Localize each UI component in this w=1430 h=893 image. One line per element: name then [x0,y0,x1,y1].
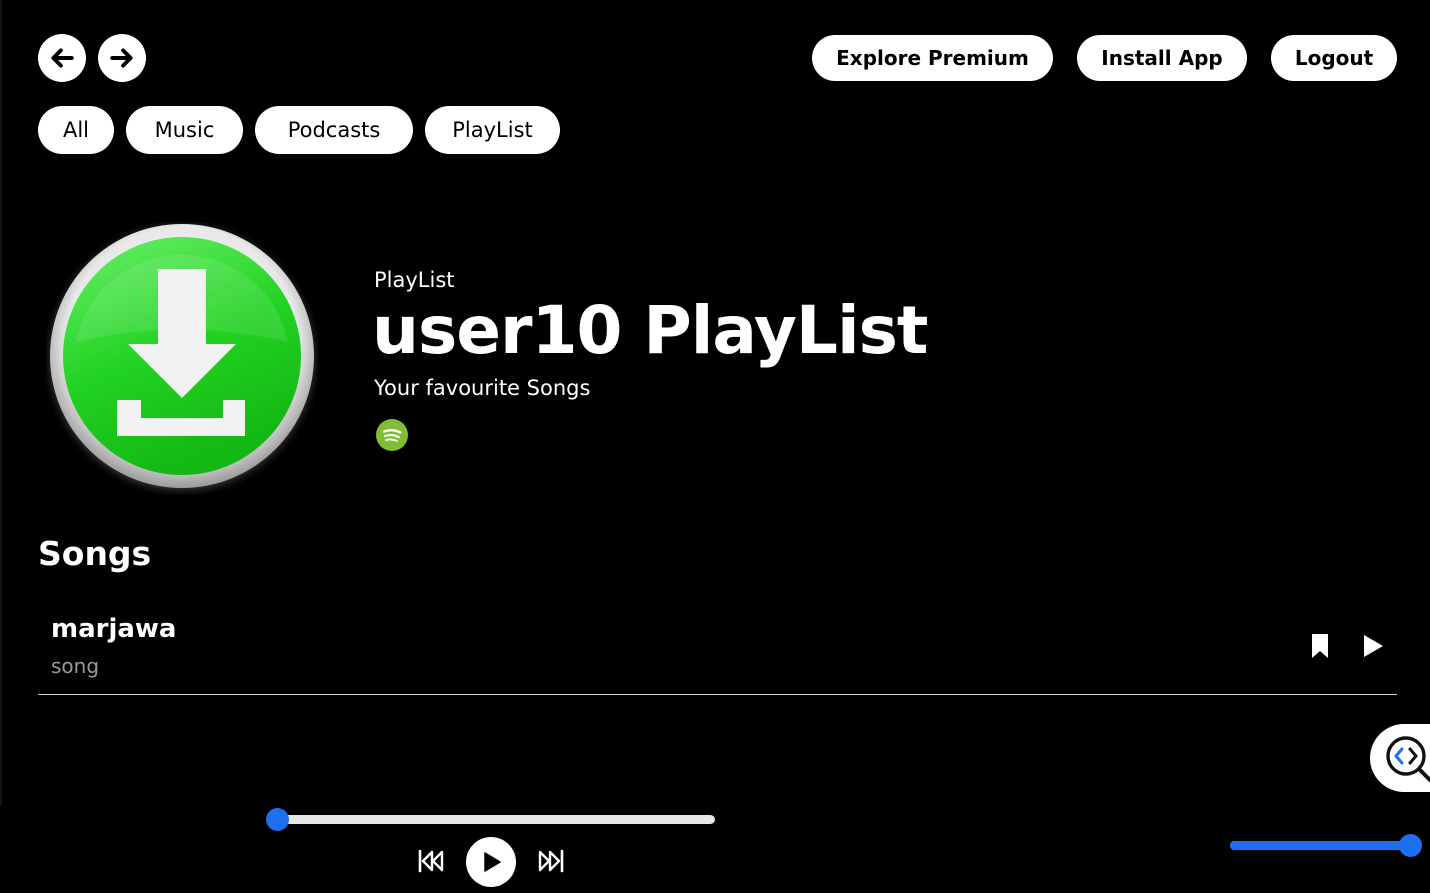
forward-button[interactable] [98,34,146,82]
playlist-cover [46,222,318,494]
filter-pill-playlist[interactable]: PlayList [425,106,560,154]
volume-slider[interactable] [1230,834,1422,857]
code-search-icon [1386,736,1430,783]
filter-pill-all[interactable]: All [38,106,114,154]
playlist-description: Your favourite Songs [374,376,591,400]
player-bar [0,805,1430,893]
play-icon [484,852,501,872]
play-icon[interactable] [1360,633,1386,659]
spotify-badge [376,419,408,451]
spotify-icon [376,419,408,451]
progress-thumb[interactable] [266,808,289,831]
download-icon [50,224,314,489]
filter-pill-music[interactable]: Music [126,106,243,154]
logout-button[interactable]: Logout [1271,35,1397,81]
song-row[interactable]: marjawa song [38,604,1397,695]
playlist-title: user10 PlayList [372,292,928,369]
song-title: marjawa [51,614,177,644]
bookmark-icon[interactable] [1308,633,1332,659]
arrow-right-icon [110,48,133,68]
explore-premium-button[interactable]: Explore Premium [812,35,1053,81]
filter-pill-podcasts[interactable]: Podcasts [255,106,413,154]
volume-thumb[interactable] [1399,834,1422,857]
progress-slider[interactable] [266,808,715,831]
skip-forward-icon[interactable] [537,848,565,874]
skip-back-icon[interactable] [417,848,445,874]
volume-fill [1230,841,1410,850]
page-edge-rule [0,0,2,805]
arrow-left-icon [51,48,74,68]
play-pause-button[interactable] [466,837,516,887]
install-app-button[interactable]: Install App [1077,35,1247,81]
code-search-tool-button[interactable] [1370,724,1430,792]
back-button[interactable] [38,34,86,82]
songs-section-title: Songs [38,534,152,573]
playlist-kicker: PlayList [374,268,455,292]
song-type: song [51,654,100,678]
